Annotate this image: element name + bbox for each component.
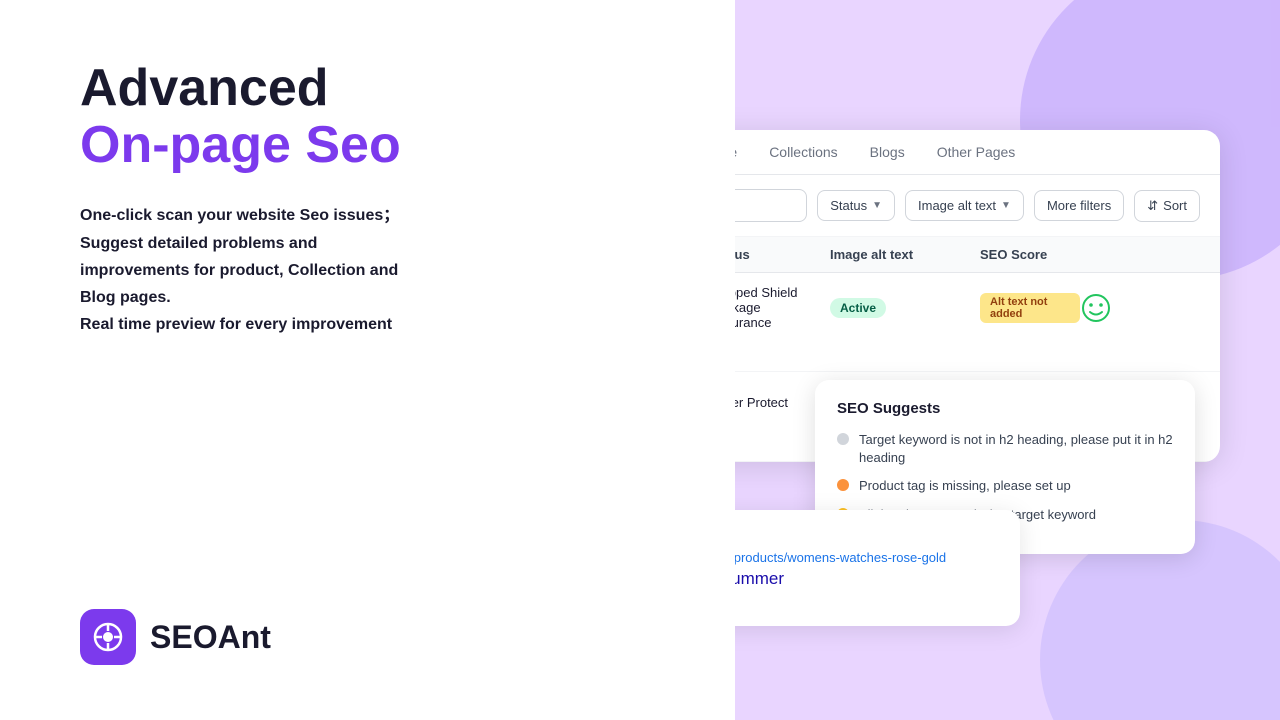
headline-black: Advanced (80, 60, 735, 117)
right-panel: Products Homepage Collections Blogs Othe… (735, 0, 1280, 720)
suggest-dot-orange (837, 479, 849, 491)
chevron-down-icon: ▼ (1001, 200, 1011, 211)
status-filter-button[interactable]: Status ▼ (817, 190, 895, 221)
google-preview-title: Women Watch 2022 Summer (735, 569, 998, 589)
status-cell: Active (830, 298, 980, 318)
product-title: Shipped Shield Package Assurance (735, 285, 830, 330)
alt-text-badge: Alt text not added (980, 293, 1080, 323)
status-badge: Active (830, 298, 886, 318)
tab-other-pages[interactable]: Other Pages (921, 130, 1032, 174)
seo-suggest-item-1: Target keyword is not in h2 heading, ple… (837, 431, 1173, 467)
seo-score-happy (1080, 292, 1112, 324)
table-row: Shipped Shield Package Assurance Active … (735, 273, 1220, 372)
sort-button[interactable]: ⇵ Sort (1134, 190, 1200, 222)
logo-text: SEOAnt (150, 619, 271, 656)
description: One-click scan your website Seo issues； … (80, 202, 540, 338)
seo-suggests-title: SEO Suggests (837, 400, 1173, 417)
tab-collections[interactable]: Collections (753, 130, 853, 174)
alt-text-cell: Alt text not added (980, 292, 1080, 323)
table-header: Title Status Image alt text SEO Score (735, 237, 1220, 273)
th-actions (1080, 247, 1200, 262)
search-input[interactable] (735, 198, 794, 214)
th-status: Status (735, 247, 830, 262)
seoant-logo-icon (80, 609, 136, 665)
google-preview-label: Google search engilne preview (735, 528, 998, 542)
seo-suggest-item-2: Product tag is missing, please set up (837, 477, 1173, 495)
chevron-down-icon: ▼ (872, 200, 882, 211)
toolbar: 🔍 Status ▼ Image alt text ▼ More filters… (735, 175, 1220, 237)
headline-purple: On-page Seo (80, 117, 735, 174)
google-preview-description: Rose Gold| Waterproof Smart (735, 593, 998, 608)
more-filters-button[interactable]: More filters (1034, 190, 1124, 221)
th-seo-score: SEO Score (980, 247, 1080, 262)
tabs-bar: Products Homepage Collections Blogs Othe… (735, 130, 1220, 175)
google-preview-url: https://utoper.myshopify.com/ products/w… (735, 550, 998, 565)
google-preview-card: Google search engilne preview https://ut… (735, 510, 1020, 626)
tab-blogs[interactable]: Blogs (854, 130, 921, 174)
th-image-alt: Image alt text (830, 247, 980, 262)
left-panel: Advanced On-page Seo One-click scan your… (0, 0, 735, 720)
logo-area: SEOAnt (80, 609, 271, 665)
sort-icon: ⇵ (1147, 198, 1158, 214)
image-alt-filter-button[interactable]: Image alt text ▼ (905, 190, 1024, 221)
search-box[interactable]: 🔍 (735, 189, 807, 222)
tab-homepage[interactable]: Homepage (735, 130, 753, 174)
suggest-dot-gray (837, 433, 849, 445)
